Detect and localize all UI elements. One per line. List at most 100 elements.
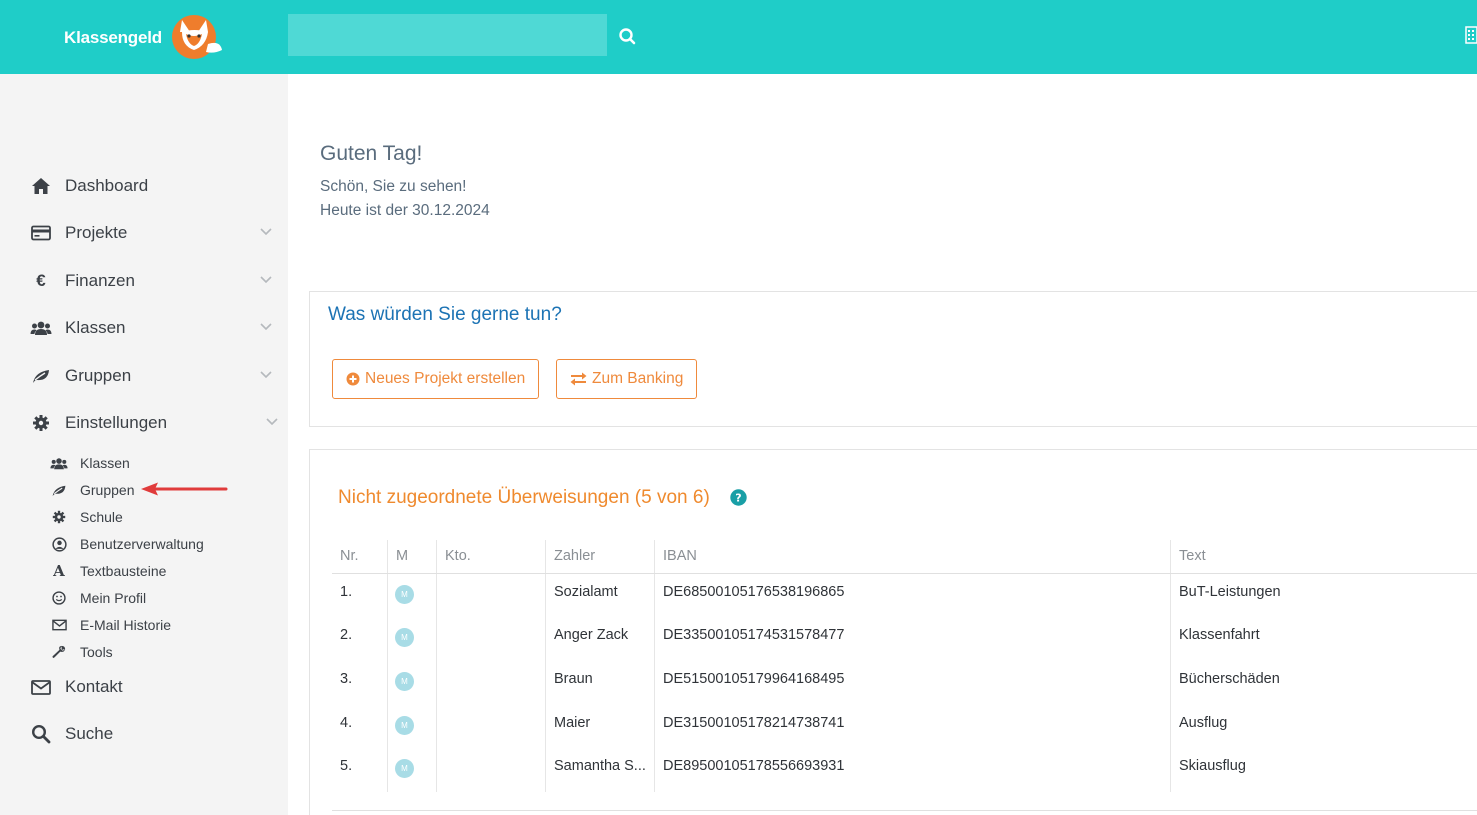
gear-icon xyxy=(50,508,68,526)
row-text: BuT-Leistungen xyxy=(1179,584,1281,600)
wrench-icon xyxy=(50,643,68,661)
m-badge[interactable]: M xyxy=(395,585,414,604)
settings-item-label: Tools xyxy=(80,644,113,660)
row-nr: 3. xyxy=(340,671,353,687)
row-nr: 1. xyxy=(340,584,353,600)
exchange-icon xyxy=(570,372,587,386)
row-iban: DE31500105178214738741 xyxy=(663,715,845,731)
sidebar-item-projekte[interactable]: Projekte xyxy=(30,218,280,248)
greeting-subtitle: Schön, Sie zu sehen! xyxy=(320,178,467,195)
chevron-down-icon xyxy=(260,323,272,331)
column-header-iban: IBAN xyxy=(663,548,697,564)
new-project-button[interactable]: Neues Projekt erstellen xyxy=(332,359,540,399)
m-badge[interactable]: M xyxy=(395,672,414,691)
actions-title: Was würden Sie gerne tun? xyxy=(328,304,562,325)
sidebar: Dashboard Projekte € Finanzen Klassen Gr… xyxy=(0,74,288,815)
users-icon xyxy=(50,454,68,472)
row-text: Klassenfahrt xyxy=(1179,627,1260,643)
question-circle-icon[interactable]: ? xyxy=(730,489,747,506)
settings-item-label: E-Mail Historie xyxy=(80,617,172,633)
credit-card-icon xyxy=(30,222,52,244)
row-iban: DE51500105179964168495 xyxy=(663,671,845,687)
user-circle-icon xyxy=(50,535,68,553)
column-header-nr: Nr. xyxy=(340,548,359,564)
column-header-zahler: Zahler xyxy=(554,548,596,564)
sidebar-item-klassen[interactable]: Klassen xyxy=(30,313,280,343)
leaf-icon xyxy=(50,481,68,499)
search-icon xyxy=(30,723,52,745)
row-nr: 5. xyxy=(340,758,353,774)
annotation-arrow xyxy=(141,482,228,496)
settings-item-mein-profil[interactable]: Mein Profil xyxy=(50,587,146,609)
envelope-icon xyxy=(30,676,52,698)
settings-item-textbausteine[interactable]: A Textbausteine xyxy=(50,560,166,582)
settings-item-label: Gruppen xyxy=(80,482,135,498)
row-zahler: Sozialamt xyxy=(554,584,618,600)
sidebar-item-gruppen[interactable]: Gruppen xyxy=(30,361,280,391)
search-icon[interactable] xyxy=(616,25,638,47)
row-zahler: Anger Zack xyxy=(554,627,629,643)
plus-circle-icon xyxy=(346,372,360,386)
sidebar-item-label: Projekte xyxy=(65,223,128,242)
top-bar: Klassengeld xyxy=(0,0,1477,74)
sidebar-item-label: Suche xyxy=(65,724,114,743)
row-text: Bücherschäden xyxy=(1179,671,1280,687)
home-icon xyxy=(30,175,52,197)
settings-item-label: Textbausteine xyxy=(80,563,167,579)
chevron-down-icon xyxy=(260,228,272,236)
banking-button[interactable]: Zum Banking xyxy=(556,359,698,399)
settings-item-schule[interactable]: Schule xyxy=(50,506,123,528)
column-header-text: Text xyxy=(1179,548,1206,564)
settings-item-gruppen[interactable]: Gruppen xyxy=(50,479,134,501)
settings-item-label: Schule xyxy=(80,509,123,525)
greeting-date: Heute ist der 30.12.2024 xyxy=(320,202,490,219)
row-iban: DE68500105176538196865 xyxy=(663,584,845,600)
envelope-icon xyxy=(50,616,68,634)
settings-item-tools[interactable]: Tools xyxy=(50,641,113,663)
users-icon xyxy=(30,317,52,339)
smile-icon xyxy=(50,589,68,607)
row-nr: 2. xyxy=(340,627,353,643)
row-iban: DE89500105178556693931 xyxy=(663,758,845,774)
sidebar-item-label: Dashboard xyxy=(65,176,149,195)
actions-card: Was würden Sie gerne tun? Neues Projekt … xyxy=(309,291,1477,427)
sidebar-item-label: Klassen xyxy=(65,318,126,337)
transfers-title: Nicht zugeordnete Überweisungen (5 von 6… xyxy=(338,487,710,508)
row-nr: 4. xyxy=(340,715,353,731)
settings-item-label: Mein Profil xyxy=(80,590,147,606)
logo[interactable]: Klassengeld xyxy=(64,14,222,60)
row-zahler: Samantha S... xyxy=(554,758,646,774)
euro-icon: € xyxy=(36,271,46,290)
sidebar-item-label: Kontakt xyxy=(65,677,123,696)
leaf-icon xyxy=(30,365,52,387)
chevron-down-icon xyxy=(266,418,278,426)
chevron-down-icon xyxy=(260,276,272,284)
greeting-title: Guten Tag! xyxy=(320,142,423,165)
settings-item-email-historie[interactable]: E-Mail Historie xyxy=(50,614,171,636)
m-badge[interactable]: M xyxy=(395,716,414,735)
row-iban: DE33500105174531578477 xyxy=(663,627,845,643)
m-badge[interactable]: M xyxy=(395,628,414,647)
fox-logo-icon xyxy=(172,15,222,59)
sidebar-item-label: Einstellungen xyxy=(65,413,168,432)
row-zahler: Braun xyxy=(554,671,593,687)
gear-icon xyxy=(30,412,52,434)
chevron-down-icon xyxy=(260,371,272,379)
sidebar-item-suche[interactable]: Suche xyxy=(30,719,280,749)
sidebar-item-dashboard[interactable]: Dashboard xyxy=(30,171,280,201)
font-icon: A xyxy=(53,562,65,580)
sidebar-item-label: Gruppen xyxy=(65,366,132,385)
settings-item-benutzerverwaltung[interactable]: Benutzerverwaltung xyxy=(50,533,204,555)
building-icon[interactable] xyxy=(1465,26,1477,44)
column-header-m: M xyxy=(396,548,409,564)
sidebar-item-finanzen[interactable]: € Finanzen xyxy=(30,266,280,296)
m-badge[interactable]: M xyxy=(395,759,414,778)
sidebar-item-label: Finanzen xyxy=(65,271,135,290)
sidebar-item-kontakt[interactable]: Kontakt xyxy=(30,672,280,702)
settings-item-klassen[interactable]: Klassen xyxy=(50,452,130,474)
row-text: Skiausflug xyxy=(1179,758,1246,774)
column-header-kto: Kto. xyxy=(445,548,471,564)
transfers-card: Nicht zugeordnete Überweisungen (5 von 6… xyxy=(309,449,1477,815)
sidebar-item-einstellungen[interactable]: Einstellungen xyxy=(30,408,280,438)
search-input[interactable] xyxy=(288,14,607,56)
